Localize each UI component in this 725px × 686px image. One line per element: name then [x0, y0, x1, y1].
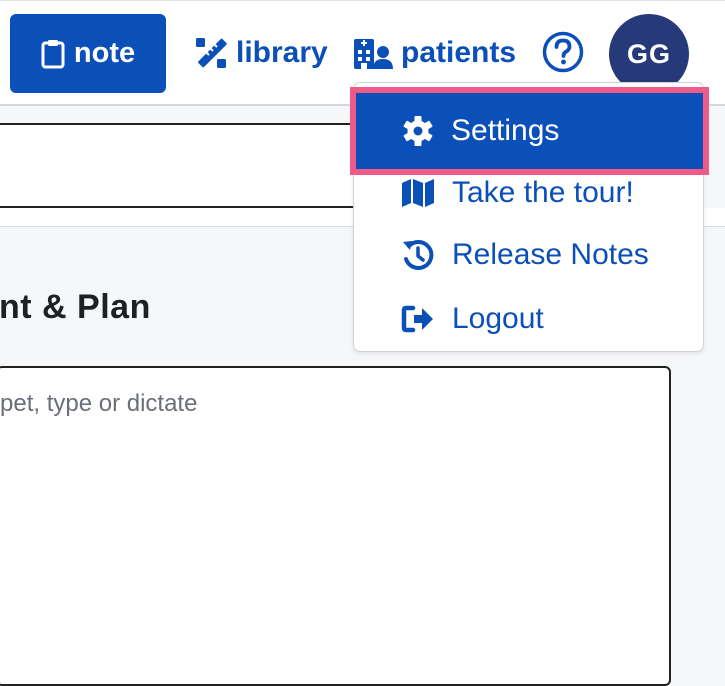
section-heading: nt & Plan — [0, 288, 151, 326]
menu-item-logout[interactable]: Logout — [354, 289, 705, 349]
note-button[interactable]: note — [10, 14, 166, 93]
user-dropdown-menu: Settings Take the tour! Release Notes Lo… — [350, 82, 709, 352]
clipboard-icon — [41, 39, 65, 69]
menu-item-release-notes[interactable]: Release Notes — [354, 225, 705, 285]
editor-placeholder: pet, type or dictate — [0, 390, 198, 417]
note-button-label: note — [73, 37, 136, 69]
note-title-field[interactable] — [0, 123, 356, 208]
patients-label: patients — [401, 36, 517, 69]
logout-icon — [401, 304, 435, 334]
ruler-pencil-icon — [194, 36, 228, 70]
hospital-user-icon — [353, 36, 393, 70]
question-circle-icon — [542, 31, 584, 73]
menu-item-take-tour-label: Take the tour! — [452, 176, 634, 209]
menu-item-settings[interactable]: Settings — [350, 87, 709, 175]
library-label: library — [236, 36, 328, 69]
library-link[interactable]: library — [194, 31, 328, 75]
menu-item-settings-label: Settings — [451, 114, 560, 147]
patients-link[interactable]: patients — [353, 31, 516, 75]
menu-item-logout-label: Logout — [452, 302, 544, 335]
history-icon — [401, 238, 435, 272]
gear-icon — [402, 115, 434, 147]
menu-item-take-tour[interactable]: Take the tour! — [354, 163, 705, 223]
help-button[interactable] — [542, 31, 584, 73]
map-icon — [401, 178, 435, 208]
menu-item-release-notes-label: Release Notes — [452, 238, 649, 271]
